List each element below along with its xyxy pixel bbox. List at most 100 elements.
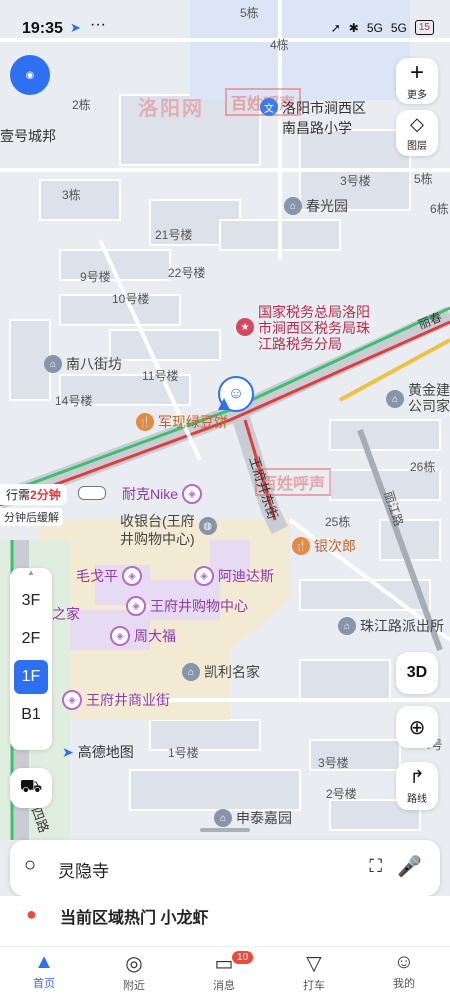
battery-level: 15 — [414, 20, 434, 35]
car-icon — [78, 486, 106, 500]
map-label: 14号楼 — [55, 394, 93, 408]
poi-label: 南八街坊 — [66, 356, 122, 372]
map-label: 21号楼 — [155, 228, 193, 242]
floor-1f[interactable]: 1F — [14, 660, 48, 694]
poi-chunguang[interactable]: ⌂ 春光园 — [284, 196, 348, 216]
route-button[interactable]: ↱ 路线 — [396, 762, 438, 810]
map-label: 1号楼 — [168, 746, 199, 760]
search-input[interactable]: 灵隐寺 — [58, 857, 109, 882]
floor-2f[interactable]: 2F — [14, 622, 48, 656]
map-label: 11号楼 — [142, 369, 179, 383]
poi-wfj-street[interactable]: ◈ 王府井商业街 — [62, 690, 170, 710]
residential-icon: ⌂ — [214, 809, 232, 827]
shopping-bag-icon: ◈ — [122, 566, 142, 586]
car-traffic-icon: ⛟ — [19, 776, 43, 796]
school-icon: 文 — [260, 98, 278, 116]
map-label: 2号楼 — [326, 787, 357, 801]
poi-label: 珠江路派出所 — [360, 618, 444, 634]
tab-nearby[interactable]: ◎ 附近 — [104, 951, 164, 993]
poi-nanba[interactable]: ⌂ 南八街坊 — [44, 354, 122, 374]
tab-label: 附近 — [123, 980, 145, 992]
poi-zhoudafu[interactable]: ◈ 周大福 — [110, 626, 176, 646]
map-label: 22号楼 — [168, 266, 206, 280]
poi-label: 凯利名家 — [204, 664, 260, 680]
taxi-icon: ▽ — [306, 953, 322, 975]
shopping-bag-icon: ◈ — [110, 626, 130, 646]
traffic-tip[interactable]: 行需2分钟 — [0, 484, 67, 505]
poi-kaili[interactable]: ⌂ 凯利名家 — [182, 662, 260, 682]
poi-nike[interactable]: 耐克Nike ◈ — [122, 484, 203, 504]
floor-up-icon[interactable]: ▲ — [10, 568, 52, 580]
poi-zhujianglu[interactable]: ⌂ 珠江路派出所 — [338, 616, 444, 636]
residential-icon: ⌂ — [284, 197, 302, 215]
more-button[interactable]: + 更多 — [396, 58, 438, 104]
tab-label: 首页 — [33, 978, 55, 990]
tab-taxi[interactable]: ▽ 打车 — [284, 951, 344, 993]
amap-arrow-icon: ➤ — [62, 743, 74, 760]
floor-selector: ▲ 3F 2F 1F B1 — [10, 568, 52, 750]
cashier-icon: ◍ — [198, 517, 217, 535]
poi-huangjin[interactable]: ⌂ 黄金建 公司家 — [386, 382, 450, 414]
location-arrow-icon: ➚ — [330, 20, 341, 35]
map-label: 5栋 — [414, 172, 433, 186]
poi-cashier[interactable]: 收银台(王府 井购物中心) ◍ — [120, 512, 217, 548]
hot-area-row[interactable]: ● 当前区域热门 小龙虾 — [0, 896, 450, 946]
voice-icon[interactable]: 🎤 — [397, 854, 422, 879]
3d-button[interactable]: 3D — [396, 652, 438, 694]
map-label: 26栋 — [410, 460, 436, 474]
route-label: 路线 — [407, 794, 427, 805]
poi-adidas[interactable]: ◈ 阿迪达斯 — [194, 566, 274, 586]
residential-icon: ⌂ — [182, 663, 200, 681]
scan-icon[interactable]: ⛶ — [369, 856, 382, 877]
3d-label: 3D — [406, 664, 428, 681]
poi-label: 银次郎 — [314, 538, 356, 554]
layers-label: 图层 — [407, 141, 427, 152]
floor-b1[interactable]: B1 — [14, 698, 48, 732]
traffic-duration: 2分钟 — [30, 488, 61, 502]
search-bar[interactable]: ○ 灵隐寺 ⛶ 🎤 — [10, 840, 440, 896]
map-label: 3号楼 — [318, 756, 349, 770]
poi-label: 国家税务总局洛阳 市涧西区税务局珠 江路税务分局 — [258, 304, 370, 352]
shopping-bag-icon: ◈ — [182, 484, 203, 504]
shopping-bag-icon: ◈ — [194, 566, 214, 586]
poi-zhongtai[interactable]: ⌂ 申泰嘉园 — [214, 808, 292, 828]
poi-label: 军现绿豆饼 — [158, 414, 228, 430]
bluetooth-icon: ✱ — [348, 20, 359, 35]
map-label: 9号楼 — [80, 270, 111, 284]
poi-label: 申泰嘉园 — [236, 810, 292, 826]
poi-yinci[interactable]: 🍴 银次郎 — [292, 536, 356, 556]
map-label: 10号楼 — [112, 292, 150, 306]
poi-junxian[interactable]: 🍴 军现绿豆饼 — [136, 412, 228, 432]
poi-label: 王府井商业街 — [86, 692, 170, 708]
poi-school[interactable]: 文 洛阳市涧西区 南昌路小学 — [260, 98, 366, 138]
tab-home[interactable]: ▲ 首页 — [14, 951, 74, 991]
plus-icon: + — [409, 58, 424, 86]
tab-messages[interactable]: ▭ 消息 10 — [194, 951, 254, 993]
layers-button[interactable]: ◇ 图层 — [396, 110, 438, 156]
traffic-label: 行需 — [6, 488, 31, 502]
status-icons: ➚ ✱ 5G 5G 15 — [331, 20, 434, 35]
watermark-site: 洛阳网 — [138, 98, 204, 120]
tab-bar: ▲ 首页 ◎ 附近 ▭ 消息 10 ▽ 打车 ☺ 我的 — [0, 946, 450, 1001]
poi-label: 周大福 — [134, 628, 176, 644]
government-star-icon: ★ — [236, 318, 254, 336]
map-label: 5栋 — [240, 6, 259, 20]
poi-wfj-mall[interactable]: ◈ 王府井购物中心 — [126, 596, 248, 616]
shopping-bag-icon: ◈ — [62, 690, 82, 710]
send-icon: ➤ — [70, 20, 81, 35]
traffic-car-button[interactable]: ⛟ — [10, 768, 52, 808]
floor-3f[interactable]: 3F — [14, 584, 48, 618]
user-icon: ☺ — [393, 951, 415, 973]
poi-tax-office[interactable]: ★ 国家税务总局洛阳 市涧西区税务局珠 江路税务分局 — [236, 304, 370, 352]
app-logo[interactable]: ◉ — [10, 55, 50, 95]
locate-button[interactable]: ⊕ — [396, 706, 438, 748]
traffic-sub: 分钟后缓解 — [0, 508, 63, 526]
location-pin-icon: ● — [26, 904, 37, 924]
logo-icon: ◉ — [25, 69, 35, 81]
tab-mine[interactable]: ☺ 我的 — [374, 951, 434, 991]
poi-amap[interactable]: ➤ 高德地图 — [62, 742, 134, 762]
location-pin-icon: ◎ — [125, 953, 143, 975]
sheet-handle[interactable] — [200, 828, 250, 832]
poi-zhijia[interactable]: 之家 — [52, 604, 80, 624]
poi-maogeping[interactable]: 毛戈平 ◈ — [76, 566, 142, 586]
